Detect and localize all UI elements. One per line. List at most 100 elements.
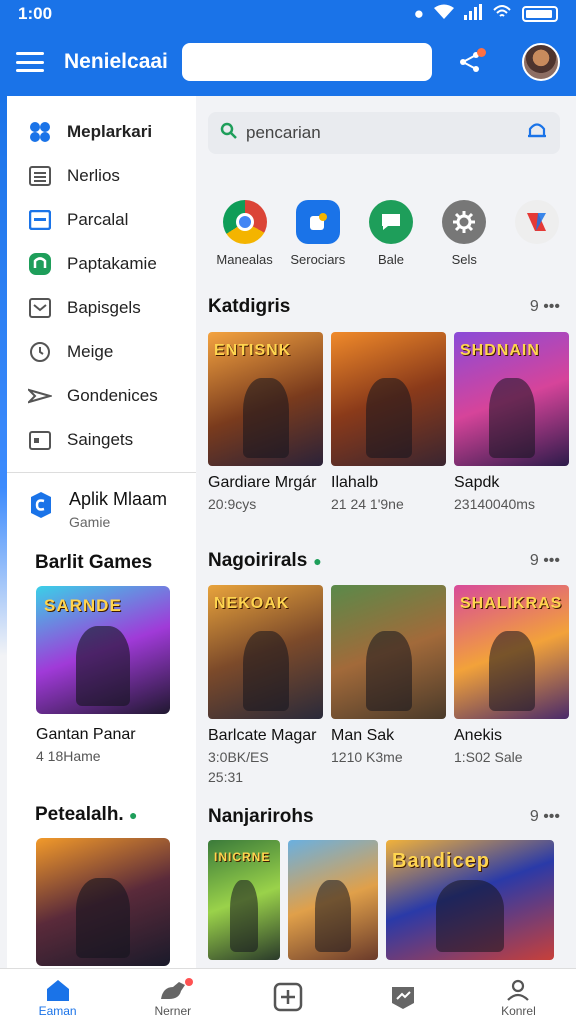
avatar[interactable] bbox=[522, 43, 560, 81]
sidebar-item-5[interactable]: Meige bbox=[7, 330, 196, 374]
top-search-input[interactable] bbox=[181, 43, 432, 81]
clock-icon bbox=[27, 339, 53, 365]
section-header: Nagoirirals ● 9 ••• bbox=[208, 550, 560, 572]
game-art-title: NEKOAK bbox=[214, 595, 290, 612]
menu-icon[interactable] bbox=[16, 52, 44, 72]
quick-app-0[interactable]: Manealas bbox=[208, 200, 281, 267]
notification-dot bbox=[184, 977, 193, 986]
game-title: Gardiare Mrgár bbox=[208, 474, 317, 491]
nav-home[interactable]: Eaman bbox=[0, 969, 115, 1024]
battery-icon bbox=[522, 6, 558, 22]
game-card[interactable]: Man Sak 1210 K3me bbox=[331, 585, 446, 785]
sidebar-item-2[interactable]: Parcalal bbox=[7, 198, 196, 242]
share-button[interactable] bbox=[454, 46, 486, 78]
sidebar-item-3[interactable]: Paptakamie bbox=[7, 242, 196, 286]
game-card[interactable]: SHDNAIN Sapdk 23140040ms bbox=[454, 332, 569, 512]
game-row: INICRNE Bandicep bbox=[208, 840, 574, 960]
chrome-icon bbox=[222, 200, 267, 244]
game-art-title: SHDNAIN bbox=[460, 342, 540, 359]
wifi-icon bbox=[434, 4, 454, 25]
calendar-icon bbox=[27, 427, 53, 453]
sidebar-item-label: Meplarkari bbox=[67, 122, 153, 141]
game-art: ENTISNK bbox=[208, 332, 323, 466]
game-subtitle-2: 25:31 bbox=[208, 769, 244, 785]
status-bar: 1:00 ● bbox=[0, 0, 576, 28]
sidebar-section-title: Barlit Games bbox=[35, 552, 153, 573]
section-dot: ● bbox=[129, 807, 138, 823]
game-art bbox=[288, 840, 378, 960]
game-card[interactable] bbox=[288, 840, 378, 960]
more-button[interactable]: 9 ••• bbox=[530, 552, 560, 570]
game-subtitle: 1210 K3me bbox=[331, 749, 403, 765]
game-row: NEKOAK Barlcate Magar 3:0BK/ES 25:31 Man… bbox=[208, 585, 574, 785]
grid-icon bbox=[27, 119, 53, 145]
nav-label: Konrel bbox=[501, 1003, 536, 1018]
chat-icon bbox=[369, 200, 413, 244]
game-subtitle: 20:9cys bbox=[208, 496, 257, 512]
quick-app-3[interactable]: Sels bbox=[428, 200, 501, 267]
sidebar-divider bbox=[7, 472, 196, 473]
game-title: Sapdk bbox=[454, 474, 500, 491]
quick-app-label: Sels bbox=[451, 252, 477, 267]
quick-app-label: Manealas bbox=[216, 252, 273, 267]
plus-box-icon bbox=[273, 982, 303, 1011]
sidebar-game-card[interactable] bbox=[36, 838, 170, 966]
app-icon bbox=[27, 491, 55, 519]
section-title: Katdigris bbox=[208, 296, 291, 317]
game-card[interactable]: SHALIKRAS Anekis 1:S02 Sale bbox=[454, 585, 569, 785]
sidebar-section-title: Petealalh. ● bbox=[7, 804, 196, 826]
nav-games[interactable]: Nerner bbox=[115, 969, 230, 1024]
search-input[interactable]: pencarian bbox=[208, 112, 560, 154]
section-title: Nanjarirohs bbox=[208, 806, 314, 827]
plane-icon bbox=[27, 383, 53, 409]
game-art: INICRNE bbox=[208, 840, 280, 960]
location-icon: ● bbox=[413, 4, 424, 23]
mail-icon bbox=[27, 295, 53, 321]
dino-icon bbox=[159, 976, 193, 1004]
game-card[interactable]: Ilahalb 21 24 1'9ne bbox=[331, 332, 446, 512]
quick-app-4[interactable] bbox=[501, 200, 574, 267]
sidebar-item-1[interactable]: Nerlios bbox=[7, 154, 196, 198]
more-button[interactable]: 9 ••• bbox=[530, 298, 560, 316]
list-icon bbox=[27, 163, 53, 189]
sidebar-item-0[interactable]: Meplarkari bbox=[7, 110, 196, 154]
nav-profile[interactable]: Konrel bbox=[461, 969, 576, 1024]
nav-label: Eaman bbox=[38, 1003, 77, 1018]
bell-icon[interactable] bbox=[526, 119, 548, 147]
app-logo-icon bbox=[515, 200, 560, 244]
game-card[interactable]: NEKOAK Barlcate Magar 3:0BK/ES 25:31 bbox=[208, 585, 323, 785]
sidebar-item-4[interactable]: Bapisgels bbox=[7, 286, 196, 330]
quick-app-2[interactable]: Bale bbox=[354, 200, 427, 267]
game-art-title: ENTISNK bbox=[214, 342, 292, 359]
section-dot: ● bbox=[313, 553, 322, 569]
signal-icon bbox=[464, 3, 482, 25]
notification-dot bbox=[476, 48, 486, 57]
data-icon bbox=[492, 4, 512, 25]
sidebar-item-7[interactable]: Saingets bbox=[7, 418, 196, 462]
sidebar-app[interactable]: Aplik Mlaam Gamie bbox=[7, 481, 196, 530]
game-card[interactable]: Bandicep bbox=[386, 840, 554, 960]
main-content: pencarian Manealas Serociars Bale Sels K… bbox=[196, 96, 576, 968]
game-art-title: Bandicep bbox=[392, 850, 491, 872]
search-placeholder: pencarian bbox=[246, 123, 321, 142]
chart-badge-icon bbox=[389, 983, 417, 1011]
game-card[interactable]: ENTISNK Gardiare Mrgár 20:9cys bbox=[208, 332, 323, 512]
quick-app-1[interactable]: Serociars bbox=[281, 200, 354, 267]
game-art: NEKOAK bbox=[208, 585, 323, 719]
sidebar-game-card[interactable]: SARNDE bbox=[36, 586, 170, 714]
nav-add[interactable] bbox=[230, 969, 345, 1024]
app-title: Nenielcaai bbox=[64, 50, 168, 73]
nav-stats[interactable] bbox=[346, 969, 461, 1024]
quick-app-label: Bale bbox=[377, 252, 405, 267]
sidebar-item-label: Nerlios bbox=[67, 166, 120, 185]
sidebar-item-label: Gondenices bbox=[67, 386, 158, 405]
status-icons: ● bbox=[413, 3, 558, 25]
app-bar: Nenielcaai bbox=[0, 28, 576, 96]
game-card[interactable]: INICRNE bbox=[208, 840, 280, 960]
game-art-title: INICRNE bbox=[214, 850, 271, 864]
more-button[interactable]: 9 ••• bbox=[530, 808, 560, 826]
sidebar-app-title: Aplik Mlaam bbox=[69, 489, 168, 509]
home-icon bbox=[45, 976, 71, 1004]
nav-label: Nerner bbox=[154, 1003, 192, 1018]
sidebar-item-6[interactable]: Gondenices bbox=[7, 374, 196, 418]
